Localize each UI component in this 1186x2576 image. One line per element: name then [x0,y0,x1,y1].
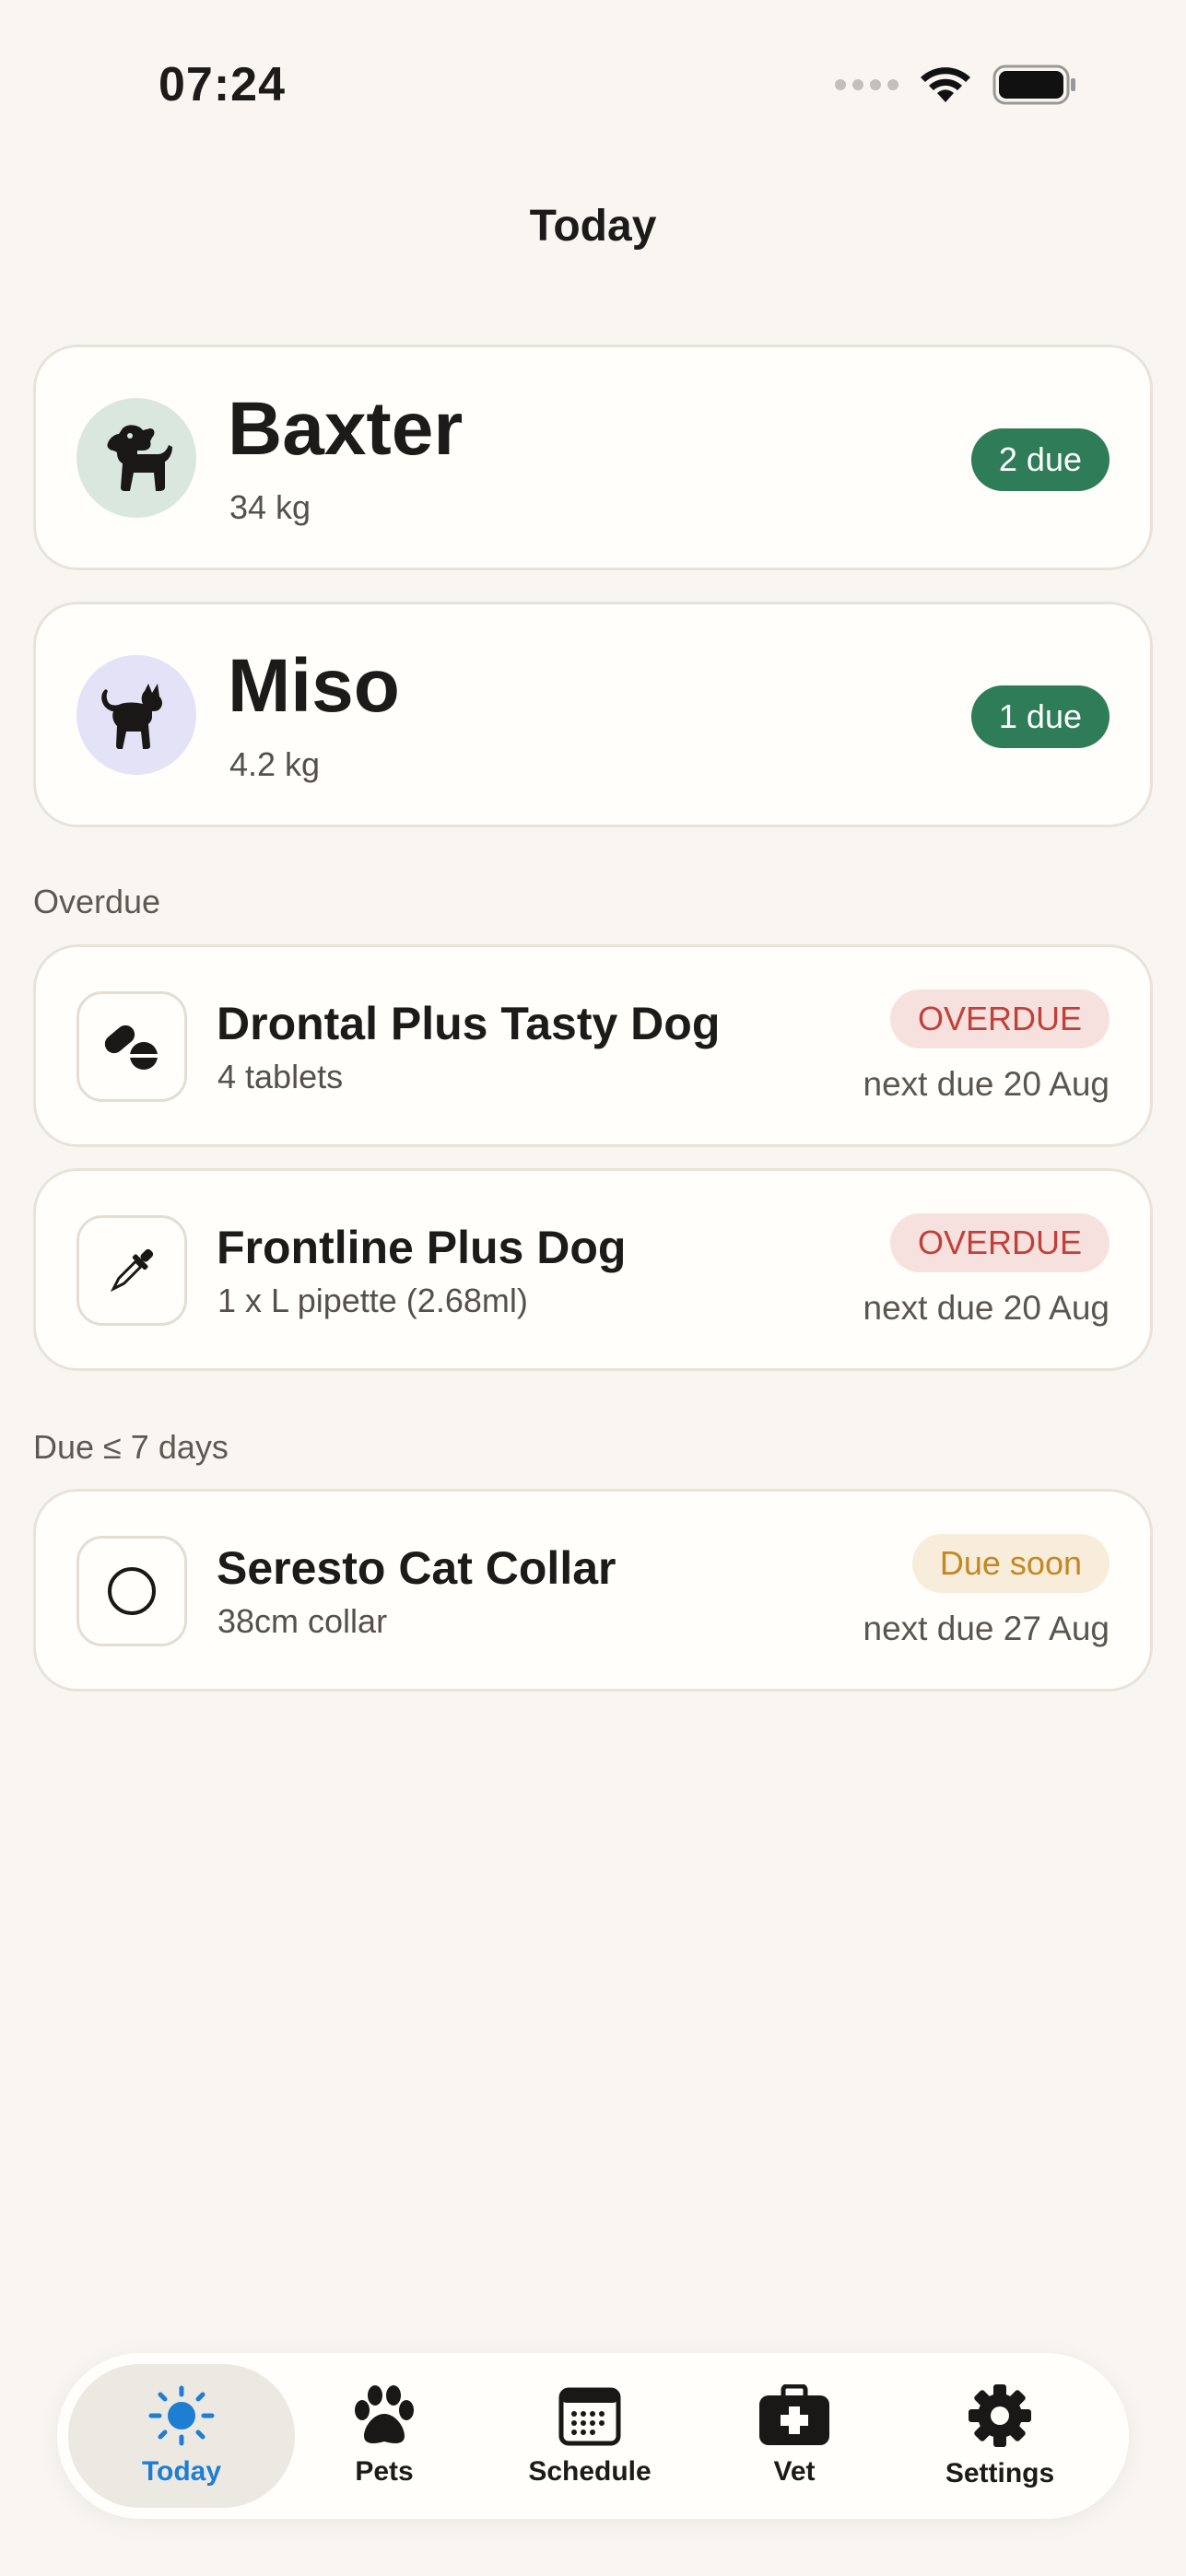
tab-label: Today [141,2456,222,2487]
med-icon-box [76,1215,187,1326]
status-time: 07:24 [159,58,286,111]
due-count-badge: 1 due [970,685,1110,748]
next-due-date: next due 20 Aug [863,1065,1110,1103]
tab-label: Schedule [528,2456,652,2487]
status-badge: OVERDUE [889,1213,1110,1272]
tab-today[interactable]: Today [68,2364,295,2508]
pet-avatar [76,398,196,518]
gear-icon [969,2384,1031,2447]
battery-icon [992,64,1075,105]
pills-icon [104,1025,159,1070]
tab-label: Vet [773,2456,816,2487]
section-header-due-soon: Due ≤ 7 days [33,1428,229,1466]
sun-icon [148,2385,215,2446]
tab-label: Settings [945,2458,1055,2488]
next-due-date: next due 20 Aug [863,1289,1110,1327]
pet-weight: 34 kg [229,488,311,526]
pet-card-baxter[interactable]: Baxter 34 kg 2 due [33,345,1153,570]
medication-card[interactable]: Frontline Plus Dog 1 x L pipette (2.68ml… [33,1168,1153,1371]
pet-card-miso[interactable]: Miso 4.2 kg 1 due [33,602,1153,827]
pet-name: Miso [228,644,400,728]
medication-dose: 4 tablets [217,1058,344,1095]
medication-dose: 1 x L pipette (2.68ml) [217,1282,528,1319]
status-icons [835,64,1077,105]
cat-icon [101,684,162,749]
medication-dose: 38cm collar [217,1602,388,1640]
status-badge: OVERDUE [889,989,1110,1048]
page-title: Today [529,202,657,251]
tab-bar: Today Pets Schedule Vet Settings [57,2353,1129,2519]
next-due-date: next due 27 Aug [863,1610,1110,1647]
tab-label: Pets [355,2456,414,2487]
collar-icon [108,1567,156,1615]
wifi-icon [921,67,970,102]
tab-settings[interactable]: Settings [887,2364,1113,2508]
medication-name: Frontline Plus Dog [217,1222,627,1273]
pipette-icon [110,1248,154,1293]
tab-schedule[interactable]: Schedule [476,2364,703,2508]
status-badge: Due soon [911,1534,1110,1593]
tab-vet[interactable]: Vet [681,2364,908,2508]
medkit-icon [759,2384,829,2445]
section-header-overdue: Overdue [33,883,161,920]
pet-weight: 4.2 kg [229,745,321,783]
paw-icon [355,2385,414,2443]
medication-name: Seresto Cat Collar [217,1542,616,1594]
tab-pets[interactable]: Pets [271,2364,498,2508]
medication-card[interactable]: Seresto Cat Collar 38cm collar Due soon … [33,1489,1153,1692]
med-icon-box [76,991,187,1102]
medication-name: Drontal Plus Tasty Dog [217,998,721,1049]
medication-card[interactable]: Drontal Plus Tasty Dog 4 tablets OVERDUE… [33,944,1153,1147]
pet-name: Baxter [228,387,464,471]
calendar-icon [558,2387,621,2446]
cellular-signal-icon [835,79,898,90]
pet-avatar [76,655,196,775]
dog-icon [107,425,172,491]
due-count-badge: 2 due [970,428,1110,491]
med-icon-box [76,1536,187,1646]
